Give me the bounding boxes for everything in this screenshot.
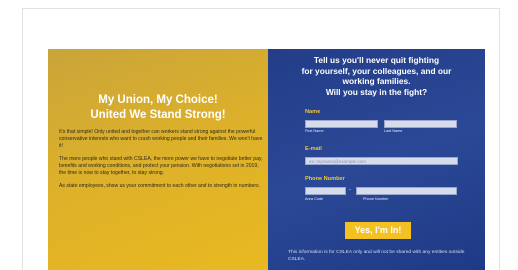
form-headline-line: working families. — [342, 76, 411, 86]
phone-separator: - — [349, 187, 351, 193]
last-name-input[interactable] — [384, 120, 457, 128]
phone-number-input[interactable] — [356, 187, 457, 195]
phone-number-caption: Phone Number — [363, 197, 389, 201]
form-headline-line: Will you stay in the fight? — [325, 86, 428, 97]
area-code-input[interactable] — [305, 187, 346, 195]
panel-headline: My Union, My Choice! United We Stand Str… — [48, 93, 268, 123]
petition-banner: My Union, My Choice! United We Stand Str… — [48, 49, 485, 270]
signup-form-panel: Tell us you'll never quit fighting for y… — [268, 49, 485, 270]
name-label: Name — [305, 109, 321, 115]
email-input[interactable]: ex: myname@example.com — [305, 157, 458, 165]
last-name-caption: Last Name — [384, 129, 403, 133]
headline-line-2: United We Stand Strong! — [90, 109, 226, 121]
headline-line-1: My Union, My Choice! — [98, 94, 218, 106]
form-headline-line: for yourself, your colleagues, and our — [301, 65, 452, 76]
union-message-panel: My Union, My Choice! United We Stand Str… — [48, 49, 268, 270]
body-paragraph: As state employees, show us your commitm… — [59, 183, 261, 189]
phone-label: Phone Number — [305, 176, 345, 182]
first-name-caption: First Name — [305, 129, 324, 133]
body-paragraph: It's that simple! Only united and togeth… — [59, 129, 263, 149]
privacy-disclaimer: This information is for CSLEA only and w… — [288, 250, 465, 262]
body-paragraph: The more people who stand with CSLEA, th… — [59, 156, 263, 176]
form-headline-line: Tell us you'll never quit fighting — [313, 55, 440, 65]
email-label: E-mail — [305, 146, 322, 152]
form-headline: Tell us you'll never quit fighting for y… — [268, 55, 485, 97]
first-name-input[interactable] — [305, 120, 378, 128]
submit-button[interactable]: Yes, I'm In! — [345, 222, 411, 239]
panel-body-text: It's that simple! Only united and togeth… — [59, 129, 263, 196]
area-code-caption: Area Code — [305, 197, 324, 201]
